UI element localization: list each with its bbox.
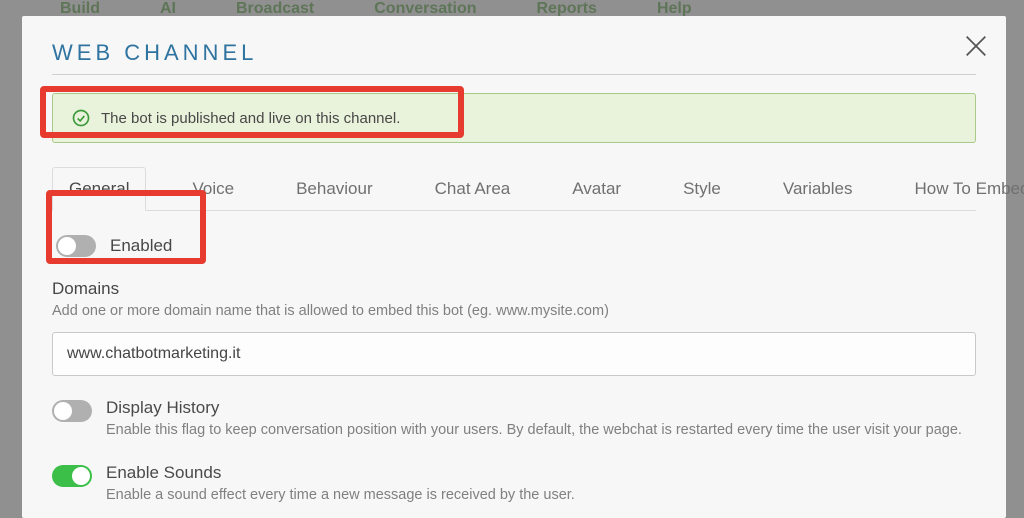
display-history-help: Enable this flag to keep conversation po… <box>106 420 962 441</box>
enabled-toggle[interactable] <box>56 235 96 257</box>
tab-variables[interactable]: Variables <box>767 168 869 210</box>
web-channel-modal: WEB CHANNEL The bot is published and liv… <box>22 16 1006 518</box>
published-alert: The bot is published and live on this ch… <box>52 93 976 143</box>
tab-avatar[interactable]: Avatar <box>556 168 637 210</box>
enable-sounds-toggle[interactable] <box>52 465 92 487</box>
enabled-row: Enabled <box>52 235 976 257</box>
tab-behaviour[interactable]: Behaviour <box>280 168 389 210</box>
tab-voice[interactable]: Voice <box>176 168 250 210</box>
domains-input[interactable] <box>52 332 976 376</box>
tab-chat-area[interactable]: Chat Area <box>419 168 527 210</box>
alert-text: The bot is published and live on this ch… <box>101 110 400 127</box>
tab-bar: General Voice Behaviour Chat Area Avatar… <box>52 167 976 211</box>
close-icon[interactable] <box>962 32 990 60</box>
display-history-label: Display History <box>106 398 962 418</box>
domains-label: Domains <box>52 279 976 299</box>
enabled-label: Enabled <box>110 236 172 256</box>
enable-sounds-label: Enable Sounds <box>106 463 575 483</box>
tab-how-to-embed[interactable]: How To Embed <box>899 168 1024 210</box>
check-circle-icon <box>71 108 91 128</box>
display-history-toggle[interactable] <box>52 400 92 422</box>
enable-sounds-help: Enable a sound effect every time a new m… <box>106 485 575 506</box>
modal-title: WEB CHANNEL <box>52 40 976 75</box>
domains-help: Add one or more domain name that is allo… <box>52 301 976 322</box>
tab-style[interactable]: Style <box>667 168 737 210</box>
tab-general[interactable]: General <box>52 167 146 211</box>
